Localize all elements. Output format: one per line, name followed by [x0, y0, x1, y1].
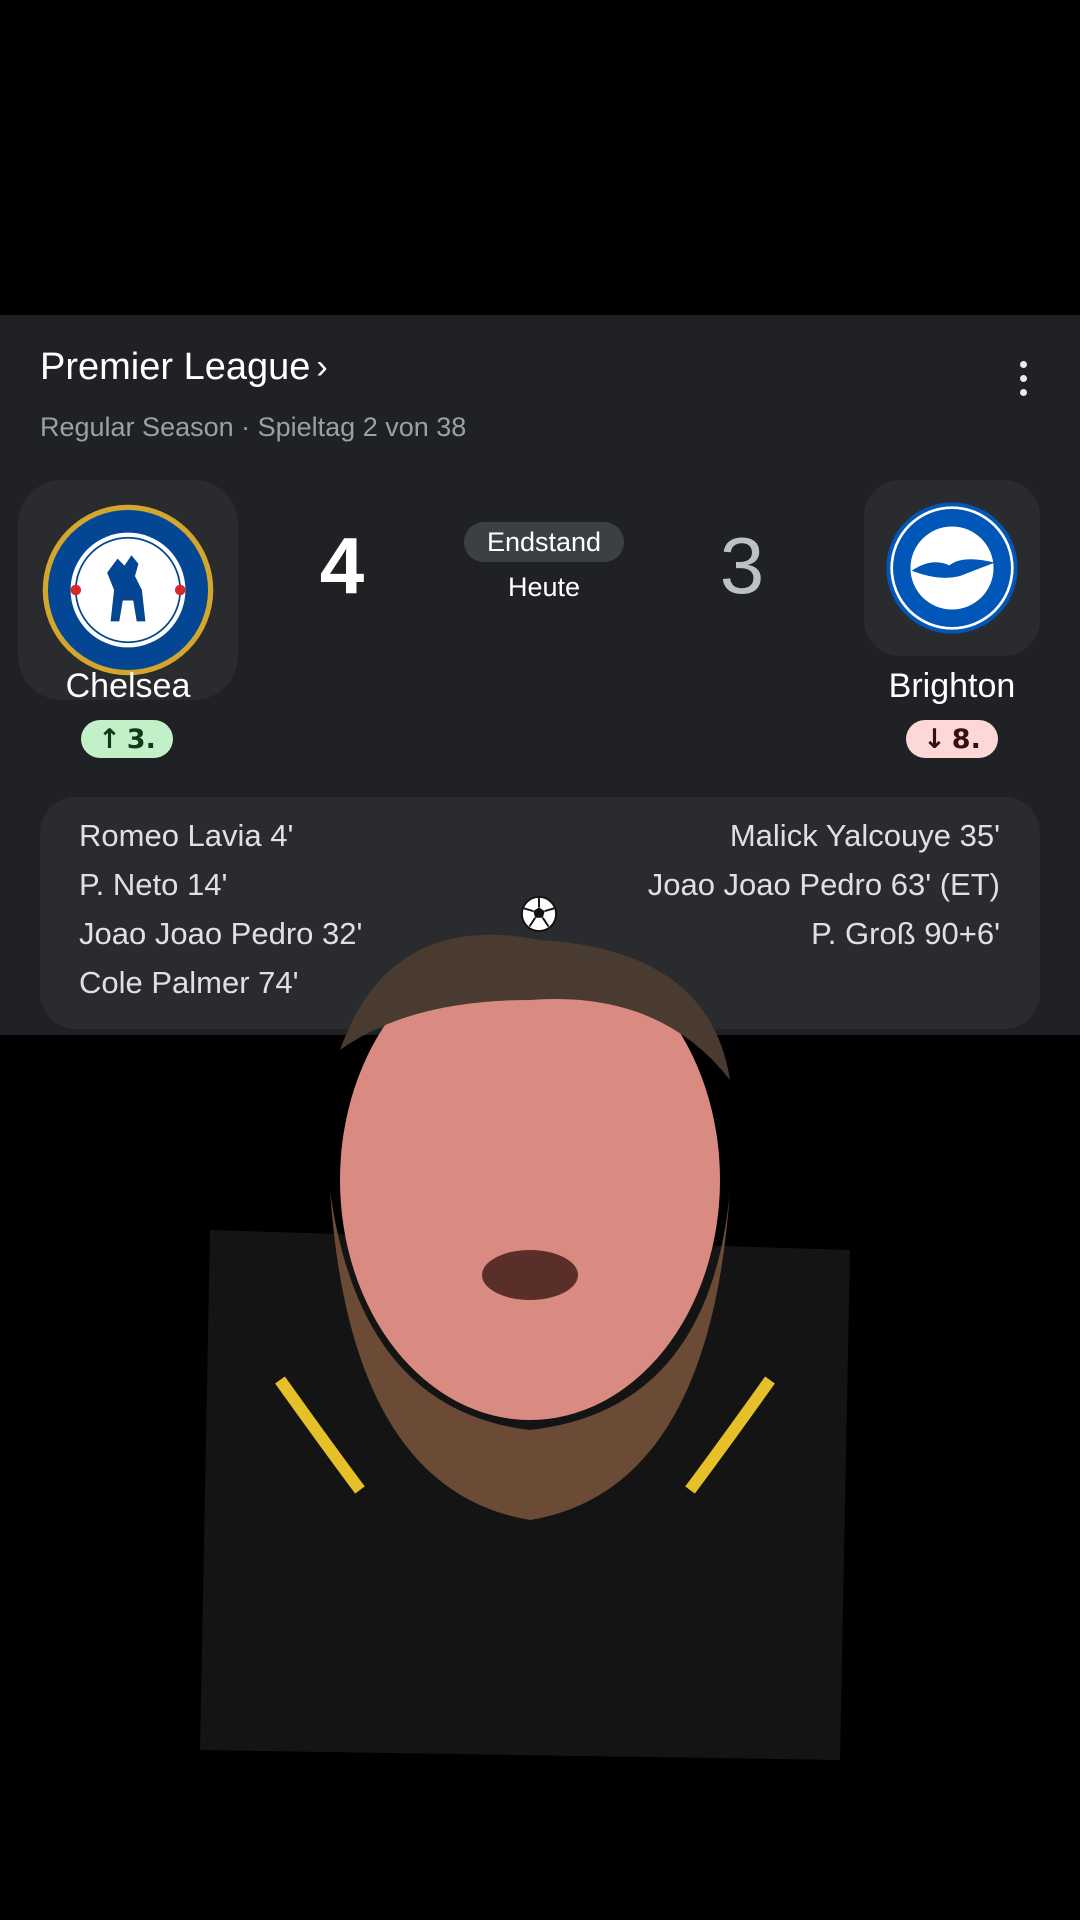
- league-subtitle: Regular Season · Spieltag 2 von 38: [40, 412, 467, 442]
- arrow-down-icon: ↓: [923, 723, 946, 755]
- league-title: Premier League: [40, 346, 311, 388]
- home-scorer: P. Neto 14': [79, 867, 228, 902]
- match-date: Heute: [507, 572, 581, 602]
- home-team-name[interactable]: Chelsea: [18, 667, 238, 706]
- away-rank-value: 8.: [951, 723, 981, 755]
- chevron-right-icon: ›: [316, 348, 328, 386]
- soccer-ball-icon: [520, 895, 558, 933]
- home-scorer: Romeo Lavia 4': [79, 818, 294, 853]
- arrow-up-icon: ↑: [98, 723, 121, 755]
- away-scorer: Joao Joao Pedro 63' (ET): [647, 867, 1000, 902]
- away-rank-badge: ↓ 8.: [906, 720, 998, 758]
- more-options-icon[interactable]: [1005, 355, 1041, 401]
- match-status-badge: Endstand: [464, 522, 624, 562]
- away-team-crest[interactable]: [864, 480, 1040, 656]
- home-score: 4: [319, 521, 365, 610]
- brighton-crest-icon: [886, 502, 1018, 634]
- away-team-name[interactable]: Brighton: [864, 667, 1040, 706]
- league-link[interactable]: Premier League ›: [40, 346, 328, 389]
- home-rank-badge: ↑ 3.: [81, 720, 173, 758]
- person-overlay-image: [200, 934, 850, 1760]
- away-scorer: Malick Yalcouye 35': [729, 818, 1000, 853]
- chelsea-crest-icon: [42, 504, 214, 676]
- home-rank-value: 3.: [126, 723, 156, 755]
- away-score: 3: [719, 521, 765, 610]
